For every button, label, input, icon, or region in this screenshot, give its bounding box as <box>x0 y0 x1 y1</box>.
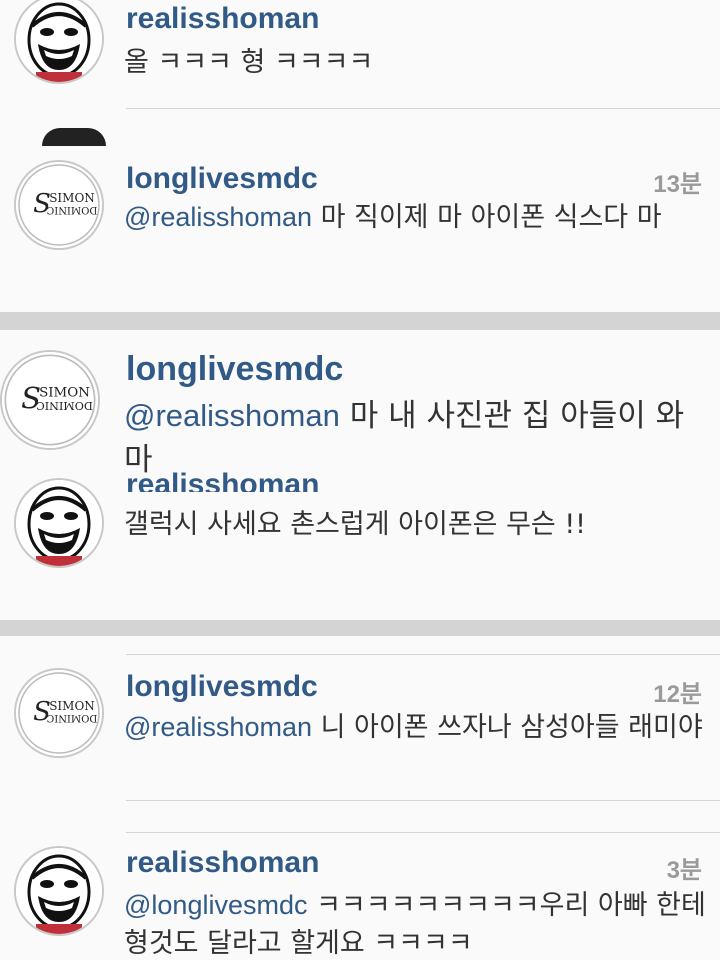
strip-gap <box>0 312 720 330</box>
screenshot-strip-3: S SIMON DOMINIC longlivesmdc @realisshom… <box>0 330 720 620</box>
avatar-realisshoman[interactable] <box>14 0 104 84</box>
username[interactable]: realisshoman <box>126 846 319 880</box>
timestamp: 13분 <box>653 171 702 198</box>
svg-text:DOMINIC: DOMINIC <box>46 712 97 723</box>
avatar-longlivesmdc[interactable]: S SIMON DOMINIC <box>0 350 100 450</box>
strip-gap <box>0 620 720 636</box>
comment-text: 갤럭시 사세요 촌스럽게 아이폰은 무슨 !! <box>124 509 586 540</box>
mention-link[interactable]: @realisshoman <box>124 712 312 742</box>
comment-text: @longlivesmdc ㅋㅋㅋㅋㅋㅋㅋㅋㅋ우리 아빠 한테 형것도 달라고 … <box>124 890 706 959</box>
svg-text:SIMON: SIMON <box>49 191 95 205</box>
comment-text: 올 ㅋㅋㅋ 형 ㅋㅋㅋㅋ <box>124 47 374 78</box>
username[interactable]: longlivesmdc <box>126 670 318 704</box>
comment-text: @realisshoman 니 아이폰 쓰자나 삼성아들 래미야 <box>124 712 703 743</box>
timestamp: 12분 <box>653 681 702 708</box>
simon-dominic-logo-icon: S SIMON DOMINIC <box>16 162 102 248</box>
comment-row: realisshoman 3분 @longlivesmdc ㅋㅋㅋㅋㅋㅋㅋㅋㅋ우… <box>0 832 720 960</box>
screenshot-strip-1: realisshoman 올 ㅋㅋㅋ 형 ㅋㅋㅋㅋ <box>0 0 720 146</box>
timestamp: 3분 <box>666 857 702 884</box>
svg-text:SIMON: SIMON <box>49 699 95 713</box>
avatar-realisshoman[interactable] <box>14 846 104 936</box>
comment-row: S SIMON DOMINIC longlivesmdc 12분 @realis… <box>0 636 720 806</box>
svg-text:DOMINIC: DOMINIC <box>46 204 97 215</box>
username[interactable]: longlivesmdc <box>126 350 343 389</box>
mention-link[interactable]: @realisshoman <box>124 202 312 232</box>
mention-link[interactable]: @realisshoman <box>124 398 340 433</box>
username[interactable]: longlivesmdc <box>126 162 318 196</box>
next-avatar-peek <box>42 128 106 146</box>
avatar-longlivesmdc[interactable]: S SIMON DOMINIC <box>14 668 104 758</box>
face-avatar-icon <box>16 0 102 82</box>
simon-dominic-logo-icon: S SIMON DOMINIC <box>2 352 98 448</box>
face-avatar-icon <box>16 848 102 934</box>
divider <box>126 108 720 109</box>
svg-text:DOMINIC: DOMINIC <box>36 399 93 412</box>
username[interactable]: realisshoman <box>126 2 319 36</box>
avatar-realisshoman[interactable] <box>14 478 104 568</box>
comment-text: @realisshoman 마 내 사진관 집 아들이 와 마 <box>124 398 685 478</box>
face-avatar-icon <box>16 480 102 566</box>
screenshot-strip-2: S SIMON DOMINIC longlivesmdc 13분 @realis… <box>0 146 720 312</box>
username-cropped[interactable]: realisshoman <box>126 470 319 492</box>
screenshot-strip-4: S SIMON DOMINIC longlivesmdc 12분 @realis… <box>0 636 720 960</box>
mention-link[interactable]: @longlivesmdc <box>124 890 307 920</box>
simon-dominic-logo-icon: S SIMON DOMINIC <box>16 670 102 756</box>
divider <box>126 800 720 801</box>
comment-text: @realisshoman 마 직이제 마 아이폰 식스다 마 <box>124 202 662 233</box>
avatar-longlivesmdc[interactable]: S SIMON DOMINIC <box>14 160 104 250</box>
